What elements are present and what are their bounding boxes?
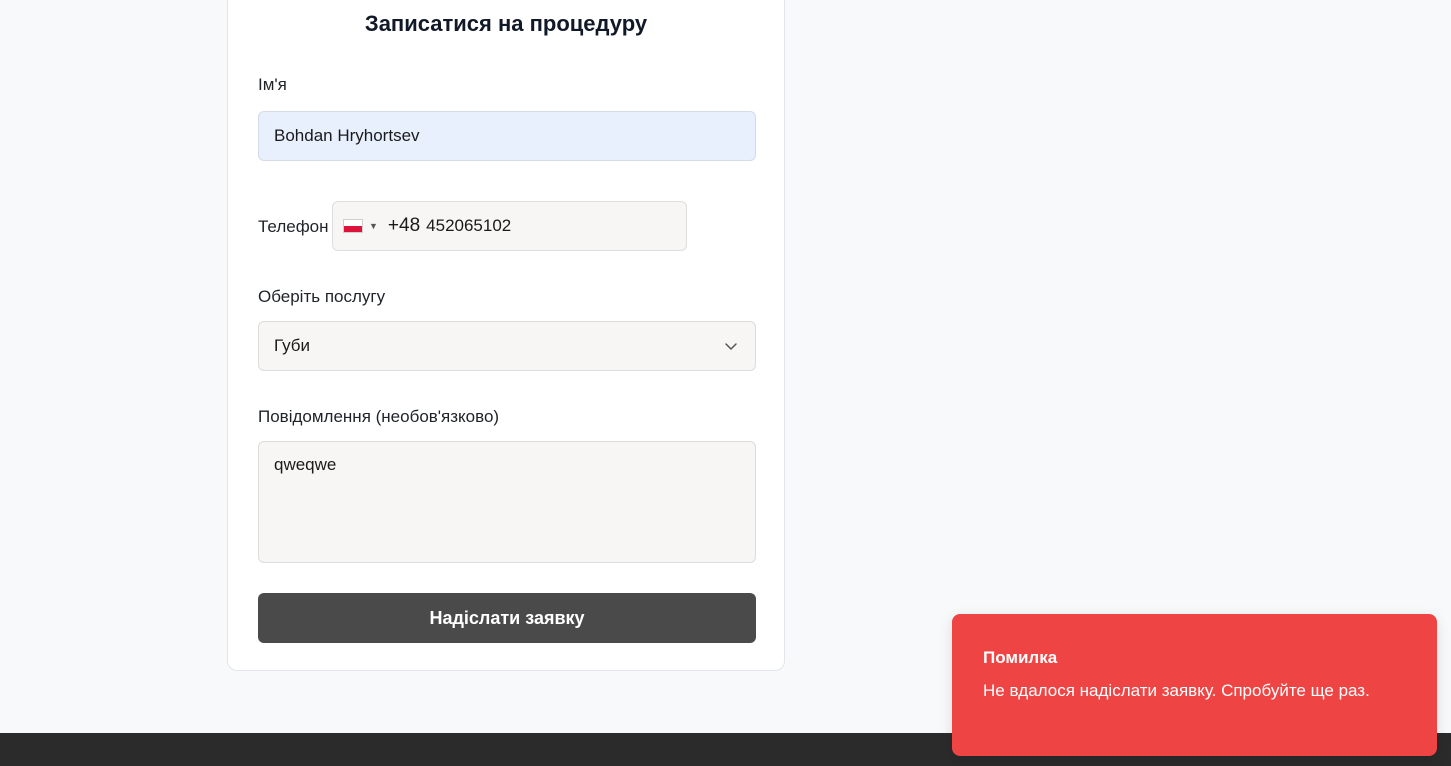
poland-flag-icon	[343, 219, 363, 233]
name-label: Ім'я	[258, 75, 287, 94]
phone-input[interactable]: ▼ +48 452065102	[332, 201, 687, 251]
dial-code: +48	[387, 215, 421, 236]
name-input[interactable]: Bohdan Hryhortsev	[258, 111, 756, 161]
service-selected-value: Губи	[274, 336, 310, 355]
submit-button[interactable]: Надіслати заявку	[258, 593, 756, 643]
message-textarea[interactable]: qweqwe	[258, 441, 756, 563]
service-select[interactable]: Губи	[258, 321, 756, 371]
name-input-value: Bohdan Hryhortsev	[274, 126, 420, 145]
error-toast[interactable]: Помилка Не вдалося надіслати заявку. Спр…	[952, 614, 1437, 756]
toast-title: Помилка	[983, 648, 1058, 667]
caret-down-icon: ▼	[369, 221, 378, 231]
country-selector[interactable]: ▼	[343, 219, 378, 233]
page: Записатися на процедуру Ім'я Bohdan Hryh…	[0, 0, 1451, 766]
phone-label: Телефон	[258, 217, 329, 236]
form-title: Записатися на процедуру	[364, 11, 648, 36]
message-label: Повідомлення (необов'язково)	[258, 407, 500, 426]
service-label: Оберіть послугу	[258, 287, 386, 306]
message-value: qweqwe	[274, 455, 337, 474]
chevron-down-icon	[724, 339, 738, 353]
toast-description: Не вдалося надіслати заявку. Спробуйте щ…	[983, 681, 1370, 700]
booking-form-card: Записатися на процедуру Ім'я Bohdan Hryh…	[227, 0, 785, 671]
phone-number-value: 452065102	[426, 216, 512, 235]
